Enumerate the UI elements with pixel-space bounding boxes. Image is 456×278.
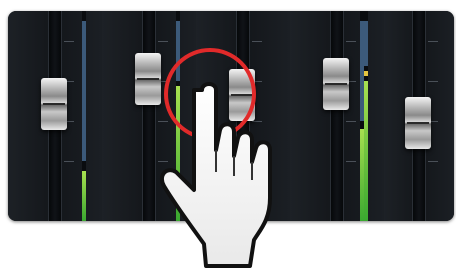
level-meter xyxy=(364,11,368,221)
channel-strip-5 xyxy=(360,11,454,221)
level-meter xyxy=(360,11,364,221)
channel-4-fader[interactable] xyxy=(323,58,349,110)
pointing-hand-icon xyxy=(150,80,320,273)
fader-track xyxy=(330,11,344,221)
channel-1-fader[interactable] xyxy=(41,78,67,130)
channel-strip-1 xyxy=(8,11,103,221)
level-meter xyxy=(82,11,86,221)
channel-5-fader[interactable] xyxy=(405,97,431,149)
